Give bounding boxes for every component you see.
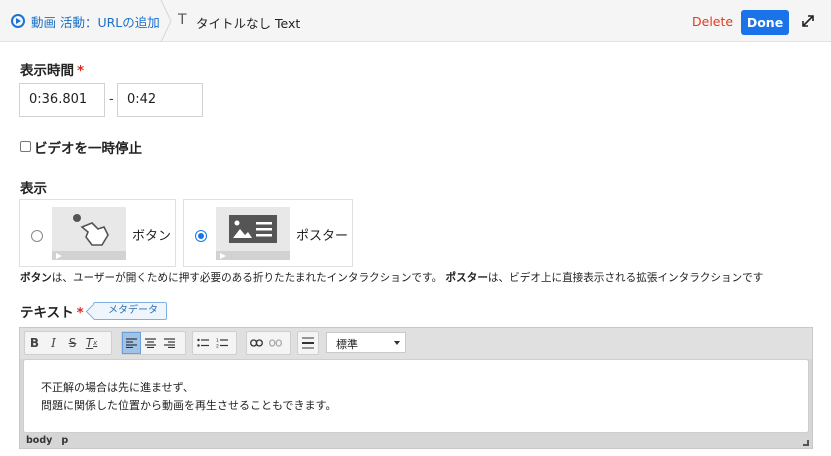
hr-group	[297, 331, 319, 355]
editor-status-path: body p	[20, 434, 812, 449]
thumbnail-progress-bar	[216, 251, 290, 260]
svg-text:2: 2	[216, 344, 219, 349]
top-bar: 動画 活動：URLの追加 T タイトルなし Text Delete Done	[0, 0, 831, 42]
breadcrumb-separator-icon	[160, 0, 172, 42]
align-right-icon[interactable]	[160, 332, 179, 354]
thumbnail-progress-bar	[52, 251, 126, 260]
editor-line: 問題に関係した位置から動画を再生させることもできます。	[41, 399, 337, 412]
end-time-input[interactable]: 0:42	[117, 83, 203, 117]
poster-thumbnail	[216, 207, 290, 260]
horizontal-rule-icon[interactable]	[298, 332, 317, 354]
link-group	[246, 331, 291, 355]
editor-content[interactable]: 不正解の場合は先に進ませず、 問題に関係した位置から動画を再生させることもできま…	[23, 359, 809, 433]
play-icon	[220, 253, 226, 259]
link-icon[interactable]	[247, 332, 266, 354]
strikethrough-icon[interactable]: S	[63, 332, 82, 354]
poster-radio[interactable]	[195, 230, 207, 242]
resize-handle-icon[interactable]	[803, 440, 809, 446]
poster-icon	[229, 215, 277, 243]
text-type-icon: T	[178, 12, 187, 28]
button-radio[interactable]	[31, 230, 43, 242]
desc-button-text: は、ユーザーが開くために押す必要のある折りたたまれたインタラクションです。	[51, 272, 443, 284]
page-title: タイトルなし Text	[196, 16, 301, 31]
delete-button[interactable]: Delete	[692, 14, 733, 29]
display-description: ボタンは、ユーザーが開くために押す必要のある折りたたまれたインタラクションです。…	[20, 270, 763, 285]
pause-video-checkbox[interactable]	[20, 141, 31, 152]
touch-icon	[73, 214, 109, 246]
rich-text-editor: B I S Tx 12 標準 不正解の場合は先に進ませず、 問題に関係した位置か…	[19, 327, 813, 449]
numbered-list-icon[interactable]: 12	[212, 332, 231, 354]
desc-poster-term: ポスター	[445, 272, 488, 284]
play-circle-icon	[11, 14, 25, 28]
text-label: テキスト *	[20, 301, 84, 321]
editor-line: 不正解の場合は先に進ませず、	[41, 381, 194, 394]
expand-icon[interactable]	[800, 13, 816, 29]
button-thumbnail	[52, 207, 126, 260]
display-label: 表示	[20, 181, 47, 197]
align-center-icon[interactable]	[141, 332, 160, 354]
unlink-icon[interactable]	[266, 332, 285, 354]
play-icon	[56, 253, 62, 259]
alignment-group	[121, 331, 186, 355]
editor-toolbar: B I S Tx 12 標準	[20, 328, 812, 359]
desc-poster-text: は、ビデオ上に直接表示される拡張インタラクションです	[487, 272, 764, 284]
breadcrumb-label[interactable]: 動画 活動：URLの追加	[31, 12, 160, 31]
italic-icon[interactable]: I	[44, 332, 63, 354]
format-select-value: 標準	[336, 338, 358, 351]
text-label-text: テキスト	[20, 305, 74, 321]
pause-video-label[interactable]: ビデオを一時停止	[34, 137, 142, 157]
required-mark: *	[76, 305, 84, 321]
time-separator: -	[109, 92, 114, 107]
chevron-down-icon	[394, 341, 400, 345]
time-label: 表示時間 *	[20, 59, 84, 79]
list-group: 12	[192, 331, 237, 355]
button-option-label: ボタン	[132, 229, 172, 244]
svg-text:1: 1	[216, 338, 219, 344]
breadcrumb[interactable]: 動画 活動：URLの追加	[0, 0, 160, 42]
remove-format-icon[interactable]: Tx	[82, 332, 101, 354]
required-mark: *	[77, 63, 85, 79]
text-style-group: B I S Tx	[24, 331, 112, 355]
path-body[interactable]: body	[26, 435, 52, 446]
time-label-text: 表示時間	[20, 63, 74, 79]
format-select[interactable]: 標準	[326, 332, 406, 353]
done-button[interactable]: Done	[741, 10, 789, 35]
align-left-icon[interactable]	[122, 332, 141, 354]
bulleted-list-icon[interactable]	[193, 332, 212, 354]
display-option-poster[interactable]: ポスター	[183, 199, 353, 267]
desc-button-term: ボタン	[20, 272, 52, 284]
display-option-button[interactable]: ボタン	[19, 199, 176, 267]
bold-icon[interactable]: B	[25, 332, 44, 354]
metadata-badge[interactable]: メタデータ	[93, 302, 167, 320]
path-p[interactable]: p	[61, 435, 68, 446]
start-time-input[interactable]: 0:36.801	[19, 83, 105, 117]
poster-option-label: ポスター	[296, 229, 349, 244]
